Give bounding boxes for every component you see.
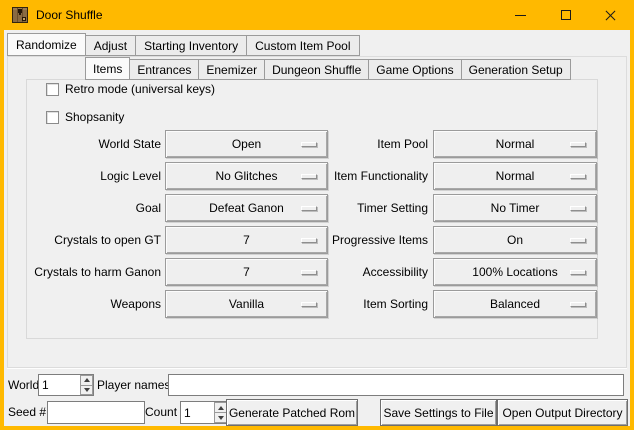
progressive-items-value: On [507,233,523,247]
item-pool-value: Normal [496,137,535,151]
item-sorting-value: Balanced [490,297,540,311]
worlds-spin-up-button[interactable] [80,375,93,386]
dropdown-indicator-icon [301,238,317,243]
worlds-spin-buttons [80,375,93,395]
retro-mode-label: Retro mode (universal keys) [65,82,215,96]
seed-input[interactable] [47,401,145,424]
close-icon [604,9,617,22]
weapons-dropdown[interactable]: Vanilla [165,290,328,318]
logic-level-dropdown[interactable]: No Glitches [165,162,328,190]
door-app-icon [12,7,28,23]
count-input[interactable] [181,402,214,423]
sub-tab-bar: Items Entrances Enemizer Dungeon Shuffle… [85,57,571,80]
app-window: Door Shuffle Randomize Adjust Starting I… [0,0,634,430]
seed-label: Seed # [8,399,46,426]
close-button[interactable] [588,0,633,30]
world-state-dropdown[interactable]: Open [165,130,328,158]
dropdown-indicator-icon [301,270,317,275]
worlds-spin-down-button[interactable] [80,386,93,396]
open-output-directory-button[interactable]: Open Output Directory [497,399,628,426]
minimize-icon [515,15,526,16]
tab-randomize[interactable]: Randomize [7,33,86,56]
dropdown-indicator-icon [570,206,586,211]
arrow-down-icon [84,388,90,392]
client-area: Randomize Adjust Starting Inventory Cust… [4,30,630,426]
logic-level-label: Logic Level [4,162,161,190]
item-pool-dropdown[interactable]: Normal [433,130,597,158]
item-functionality-label: Item Functionality [326,162,428,190]
retro-mode-checkbox-row: Retro mode (universal keys) [46,82,215,96]
dropdown-indicator-icon [570,270,586,275]
shopsanity-checkbox-row: Shopsanity [46,110,124,124]
crystals-ganon-dropdown[interactable]: 7 [165,258,328,286]
accessibility-dropdown[interactable]: 100% Locations [433,258,597,286]
item-sorting-label: Item Sorting [326,290,428,318]
accessibility-label: Accessibility [326,258,428,286]
subtab-entrances[interactable]: Entrances [130,59,199,80]
timer-setting-dropdown[interactable]: No Timer [433,194,597,222]
dropdown-indicator-icon [570,142,586,147]
maximize-button[interactable] [543,0,588,30]
crystals-gt-dropdown[interactable]: 7 [165,226,328,254]
title-bar[interactable]: Door Shuffle [0,0,634,30]
weapons-label: Weapons [4,290,161,318]
goal-dropdown[interactable]: Defeat Ganon [165,194,328,222]
accessibility-value: 100% Locations [472,265,557,279]
subtab-game-options[interactable]: Game Options [369,59,461,80]
dropdown-indicator-icon [570,302,586,307]
maximize-icon [561,10,571,20]
world-state-label: World State [4,130,161,158]
dropdown-indicator-icon [301,142,317,147]
arrow-down-icon [218,416,224,420]
tab-adjust[interactable]: Adjust [86,35,136,56]
subtab-enemizer[interactable]: Enemizer [199,59,265,80]
generate-patched-rom-button[interactable]: Generate Patched Rom [226,399,358,426]
progressive-items-dropdown[interactable]: On [433,226,597,254]
main-tab-bar: Randomize Adjust Starting Inventory Cust… [7,33,360,56]
weapons-value: Vanilla [229,297,264,311]
tab-starting-inventory[interactable]: Starting Inventory [136,35,247,56]
shopsanity-label: Shopsanity [65,110,124,124]
count-spinbox [180,401,228,424]
goal-value: Defeat Ganon [209,201,284,215]
timer-setting-value: No Timer [491,201,540,215]
timer-setting-label: Timer Setting [326,194,428,222]
world-state-value: Open [232,137,261,151]
count-label: Count [145,399,177,426]
item-functionality-value: Normal [496,169,535,183]
dropdown-indicator-icon [301,206,317,211]
item-sorting-dropdown[interactable]: Balanced [433,290,597,318]
player-names-input[interactable] [168,374,624,396]
dropdown-indicator-icon [570,174,586,179]
worlds-input[interactable] [39,375,80,395]
crystals-gt-label: Crystals to open GT [4,226,161,254]
tab-custom-item-pool[interactable]: Custom Item Pool [247,35,359,56]
crystals-ganon-label: Crystals to harm Ganon [4,258,161,286]
shopsanity-checkbox[interactable] [46,111,59,124]
subtab-items[interactable]: Items [85,57,130,80]
item-pool-label: Item Pool [326,130,428,158]
worlds-spinbox [38,374,94,396]
crystals-gt-value: 7 [243,233,250,247]
item-functionality-dropdown[interactable]: Normal [433,162,597,190]
logic-level-value: No Glitches [215,169,277,183]
subtab-generation-setup[interactable]: Generation Setup [462,59,571,80]
window-title: Door Shuffle [36,0,103,30]
dropdown-indicator-icon [570,238,586,243]
player-names-label: Player names [97,374,170,396]
arrow-up-icon [218,406,224,410]
minimize-button[interactable] [498,0,543,30]
crystals-ganon-value: 7 [243,265,250,279]
dropdown-indicator-icon [301,302,317,307]
arrow-up-icon [84,378,90,382]
dropdown-indicator-icon [301,174,317,179]
subtab-dungeon-shuffle[interactable]: Dungeon Shuffle [265,59,369,80]
goal-label: Goal [4,194,161,222]
progressive-items-label: Progressive Items [326,226,428,254]
retro-mode-checkbox[interactable] [46,83,59,96]
save-settings-button[interactable]: Save Settings to File [380,399,497,426]
